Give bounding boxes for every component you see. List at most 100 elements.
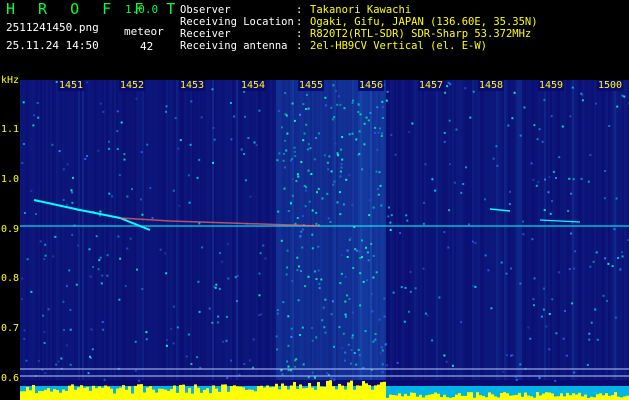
level-bar [365,383,368,400]
noise-speckle [379,127,381,130]
noise-streak [242,80,244,380]
noise-speckle [369,112,372,114]
level-bar [26,386,29,400]
level-bar [413,392,416,400]
noise-streak [332,80,334,380]
level-bar [341,385,344,400]
noise-speckle [302,363,305,366]
noise-speckle [341,158,344,161]
noise-speckle [374,338,377,341]
level-bar [128,386,131,400]
noise-speckle [453,181,456,184]
noise-speckle [26,258,29,261]
noise-speckle [286,360,289,363]
noise-speckle [571,222,574,224]
noise-streak [512,80,514,380]
level-bar [257,386,260,400]
noise-speckle [589,154,592,156]
noise-speckle [381,363,384,366]
level-bar [146,387,149,400]
noise-streak [584,80,586,380]
x-tick-label: 1459 [538,80,565,91]
noise-speckle [462,183,465,185]
noise-speckle [65,203,68,206]
noise-streak [418,80,420,380]
noise-speckle [44,243,47,246]
noise-speckle [71,201,74,204]
level-bar [197,387,200,400]
noise-streak [386,80,388,380]
level-bar [308,383,311,400]
info-value: Ogaki, Gifu, JAPAN (136.60E, 35.35N) [310,16,538,28]
noise-speckle [314,270,316,273]
noise-speckle [89,275,92,278]
noise-streak [436,80,438,380]
noise-streak [294,80,296,380]
noise-speckle [621,251,624,254]
noise-streak [296,80,298,380]
level-bar [161,388,164,400]
noise-streak [460,80,462,380]
noise-speckle [233,115,236,118]
noise-streak [422,80,424,380]
noise-speckle [443,140,446,143]
noise-speckle [381,117,384,119]
noise-streak [370,80,372,380]
noise-speckle [236,274,239,277]
noise-speckle [377,188,379,190]
noise-speckle [213,285,215,288]
noise-streak [524,80,526,380]
noise-speckle [558,156,561,159]
noise-speckle [188,201,191,204]
info-separator: : [296,16,303,28]
noise-speckle [218,252,221,255]
noise-speckle [334,142,337,145]
noise-speckle [315,222,318,225]
level-bar [515,394,518,400]
noise-speckle [358,354,361,357]
noise-speckle [344,351,347,354]
noise-streak [202,80,204,380]
noise-streak [344,80,346,380]
level-bar [410,392,413,400]
noise-streak [246,80,248,380]
noise-speckle [86,155,88,157]
noise-streak [74,80,76,380]
noise-speckle [297,299,300,302]
noise-streak [206,80,208,380]
noise-speckle [360,239,363,242]
noise-speckle [285,149,288,152]
level-bar [293,382,296,400]
noise-streak [502,80,504,380]
noise-speckle [340,166,343,169]
noise-speckle [283,187,286,190]
noise-streak [152,80,154,380]
noise-speckle [607,262,610,265]
noise-streak [596,80,598,380]
noise-speckle [403,320,406,323]
noise-speckle [99,102,102,105]
noise-speckle [394,153,397,156]
noise-streak [192,80,194,380]
level-bar [275,383,278,400]
noise-speckle [284,139,287,142]
noise-streak [400,80,402,380]
noise-speckle [351,311,354,314]
noise-speckle [621,94,624,97]
noise-speckle [317,187,320,190]
noise-speckle [307,107,310,110]
noise-speckle [225,315,228,318]
noise-speckle [390,134,393,136]
noise-speckle [338,326,341,329]
noise-streak [120,80,122,380]
noise-speckle [405,214,408,217]
noise-speckle [327,168,330,171]
noise-speckle [244,115,246,118]
level-bar [332,386,335,400]
level-bar [176,392,179,400]
level-bar [407,395,410,400]
level-bar [512,395,515,400]
level-bar [491,394,494,400]
noise-streak [576,80,578,380]
noise-speckle [311,233,314,236]
